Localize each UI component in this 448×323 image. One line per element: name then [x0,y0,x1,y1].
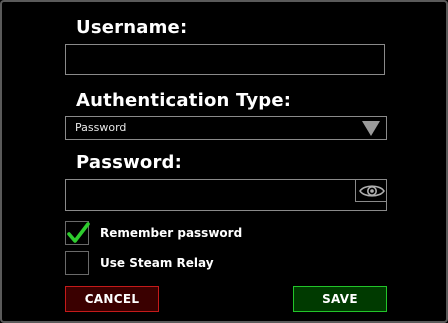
login-dialog: Username: Authentication Type: Password … [0,0,448,323]
username-label: Username: [76,17,188,38]
password-input[interactable] [65,179,387,211]
checkmark-icon [67,222,90,243]
auth-type-select[interactable]: Password [65,116,387,140]
show-password-button[interactable] [355,179,387,202]
password-label: Password: [76,152,183,173]
steam-relay-checkbox[interactable] [65,251,89,275]
remember-password-label[interactable]: Remember password [100,226,242,240]
username-input[interactable] [65,44,385,75]
auth-type-selected-value: Password [75,121,127,134]
steam-relay-label[interactable]: Use Steam Relay [100,256,214,270]
eye-icon [359,185,385,197]
save-button[interactable]: SAVE [293,286,387,312]
remember-password-checkbox[interactable] [65,221,90,245]
dropdown-arrow-icon [362,121,380,136]
cancel-button[interactable]: CANCEL [65,286,159,312]
auth-type-label: Authentication Type: [76,90,292,111]
